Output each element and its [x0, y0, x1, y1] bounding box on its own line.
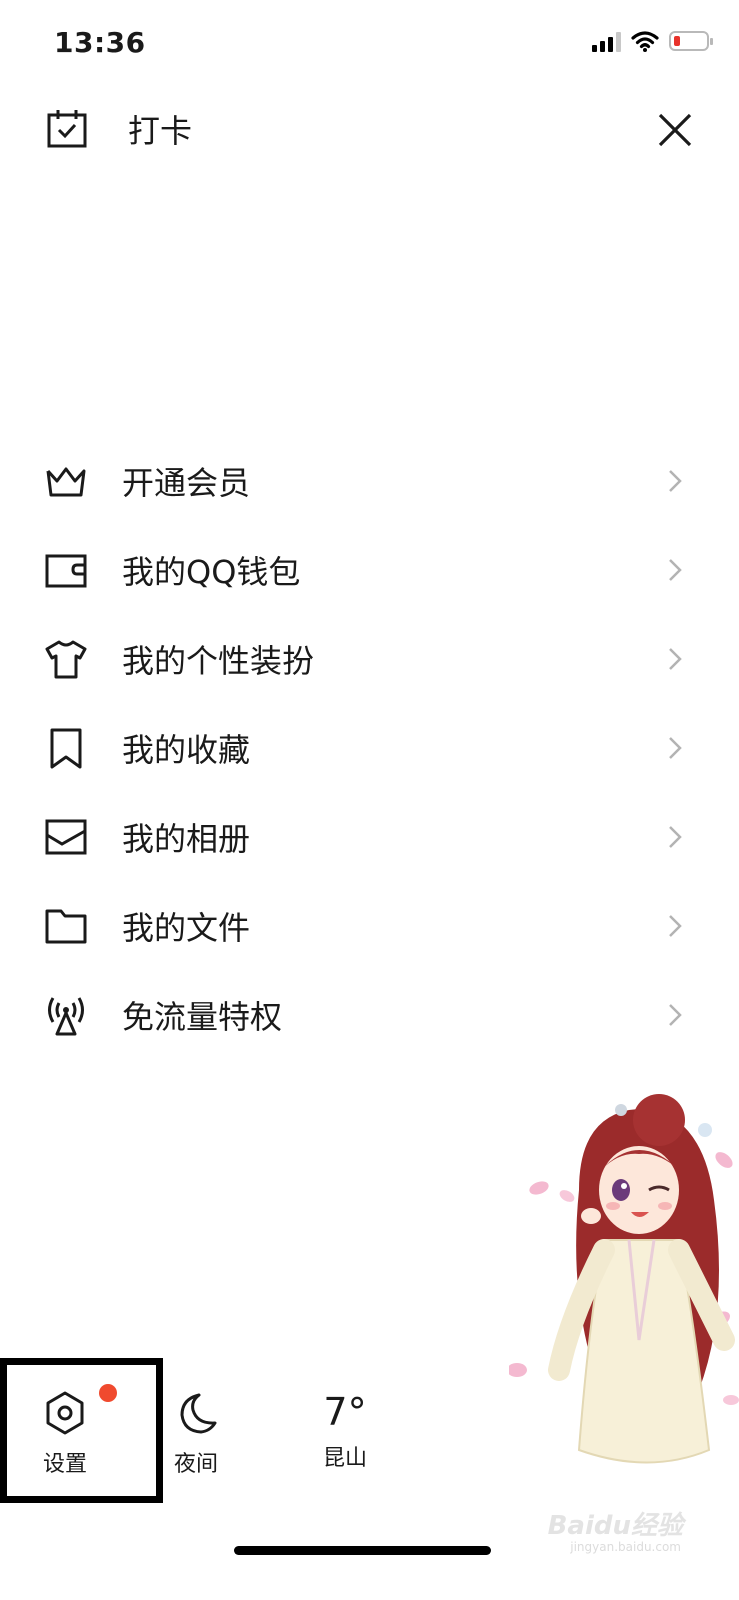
checkin-button[interactable]: 打卡 [46, 106, 192, 152]
calendar-check-icon [47, 110, 87, 148]
drawer-header: 打卡 [0, 100, 739, 160]
cellular-signal-icon [592, 30, 621, 52]
menu-item-label: 我的QQ钱包 [122, 552, 301, 591]
night-mode-button[interactable]: 夜间 [146, 1390, 246, 1478]
chevron-right-icon [669, 1003, 682, 1026]
shirt-icon [45, 640, 87, 678]
weather-city: 昆山 [322, 1446, 367, 1471]
menu-item-label: 我的文件 [122, 908, 251, 947]
menu-item-label: 我的个性装扮 [122, 641, 315, 680]
bottom-bar: 设置 夜间 7° 昆山 [0, 1358, 739, 1510]
close-icon[interactable] [655, 110, 695, 150]
chevron-right-icon [669, 647, 682, 670]
watermark-url: jingyan.baidu.com [570, 1540, 681, 1554]
weather-widget[interactable]: 7° 昆山 [295, 1390, 395, 1472]
menu-item-files[interactable]: 我的文件 [0, 881, 739, 970]
menu-item-theme[interactable]: 我的个性装扮 [0, 614, 739, 703]
settings-label: 设置 [42, 1452, 87, 1477]
menu-item-label: 开通会员 [122, 463, 251, 502]
menu-item-label: 我的收藏 [122, 730, 251, 769]
watermark-brand: Baidu经验 [547, 1511, 683, 1541]
chevron-right-icon [669, 558, 682, 581]
moon-icon [180, 1393, 217, 1434]
status-icons [592, 30, 713, 52]
photo-icon [45, 819, 87, 854]
night-mode-label: 夜间 [173, 1452, 218, 1477]
checkin-label: 打卡 [128, 112, 193, 150]
menu-item-favorites[interactable]: 我的收藏 [0, 703, 739, 792]
menu-item-vip[interactable]: 开通会员 [0, 436, 739, 525]
wallet-icon [45, 554, 87, 587]
settings-button[interactable]: 设置 [15, 1384, 117, 1478]
status-time: 13:36 [54, 26, 146, 59]
crown-icon [46, 467, 86, 496]
menu-item-free-data[interactable]: 免流量特权 [0, 970, 739, 1059]
chevron-right-icon [669, 469, 682, 492]
menu-item-label: 免流量特权 [122, 997, 283, 1036]
battery-icon [669, 31, 713, 51]
menu-list: 开通会员 我的QQ钱包 我的个性装扮 我的收藏 我的相册 我的文件 免流量特权 [0, 436, 739, 1059]
signal-tower-icon [48, 996, 84, 1035]
bookmark-icon [50, 728, 82, 768]
wifi-icon [631, 31, 659, 52]
weather-temperature: 7° [323, 1390, 367, 1434]
status-bar: 13:36 [0, 0, 739, 90]
menu-item-album[interactable]: 我的相册 [0, 792, 739, 881]
notification-badge [99, 1384, 117, 1402]
settings-hexagon-icon [46, 1391, 84, 1435]
home-indicator[interactable] [234, 1546, 491, 1555]
chevron-right-icon [669, 825, 682, 848]
folder-icon [45, 909, 87, 943]
menu-item-wallet[interactable]: 我的QQ钱包 [0, 525, 739, 614]
chevron-right-icon [669, 914, 682, 937]
chevron-right-icon [669, 736, 682, 759]
menu-item-label: 我的相册 [122, 819, 251, 858]
